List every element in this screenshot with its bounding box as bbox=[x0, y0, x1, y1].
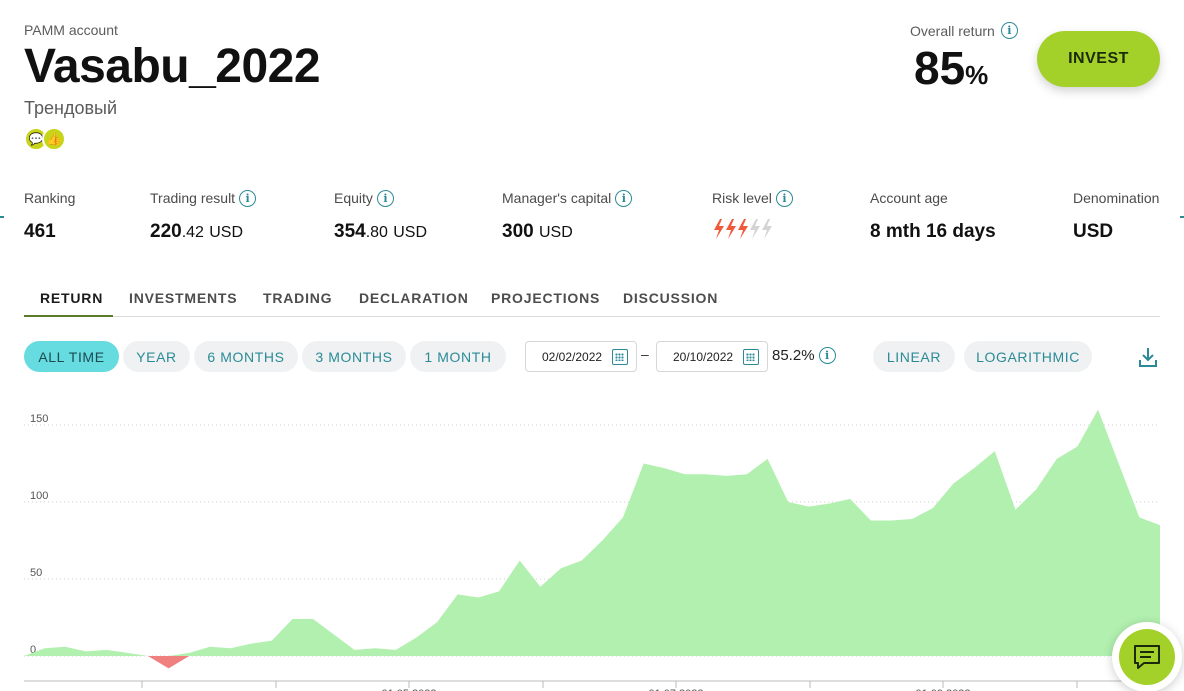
lightning-icon bbox=[762, 219, 772, 239]
stat-denomination: Denomination USD bbox=[1073, 190, 1160, 242]
tab-bar: RETURN INVESTMENTS TRADING DECLARATION P… bbox=[24, 290, 1160, 317]
lightning-icon bbox=[738, 219, 748, 239]
return-area-positive bbox=[24, 409, 1160, 656]
info-icon[interactable]: i bbox=[818, 347, 836, 364]
info-icon[interactable]: i bbox=[239, 189, 257, 207]
info-icon[interactable]: i bbox=[376, 189, 394, 207]
account-type: PAMM account bbox=[24, 22, 118, 38]
tab-investments[interactable]: INVESTMENTS bbox=[129, 290, 237, 317]
period-3-months[interactable]: 3 MONTHS bbox=[302, 341, 406, 372]
account-name: Vasabu_2022 bbox=[24, 40, 321, 93]
chat-icon bbox=[1134, 645, 1160, 669]
scale-logarithmic[interactable]: LOGARITHMIC bbox=[964, 341, 1092, 372]
return-chart: 05010015001.05.202201.07.202201.09.2022 bbox=[24, 409, 1160, 691]
y-tick-label: 150 bbox=[30, 413, 48, 425]
calendar-icon[interactable] bbox=[612, 349, 628, 365]
overall-return-value: 85 bbox=[914, 42, 966, 94]
lightning-icon bbox=[750, 219, 760, 239]
stat-managers-capital: Manager's capital i 300 USD bbox=[502, 188, 633, 243]
chat-widget-button[interactable] bbox=[1112, 622, 1182, 691]
download-icon[interactable] bbox=[1138, 346, 1158, 368]
risk-level-indicator bbox=[714, 219, 772, 239]
account-header: PAMM account Vasabu_2022 Трендовый 💬 👍 bbox=[24, 22, 321, 151]
stat-ranking: Ranking 461 bbox=[24, 190, 76, 242]
period-6-months[interactable]: 6 MONTHS bbox=[194, 341, 298, 372]
return-area-negative bbox=[24, 656, 1160, 669]
period-year[interactable]: YEAR bbox=[123, 341, 190, 372]
invest-button[interactable]: INVEST bbox=[1037, 31, 1160, 87]
info-icon[interactable]: i bbox=[1000, 22, 1018, 39]
overall-return-unit: % bbox=[965, 60, 989, 90]
stats-row: Ranking 461 Trading result i 220.42 USD E… bbox=[0, 188, 1184, 248]
account-strategy: Трендовый bbox=[24, 98, 118, 118]
overall-return: Overall return i 85% bbox=[910, 22, 1018, 95]
tab-return[interactable]: RETURN bbox=[24, 290, 113, 317]
date-to-field[interactable]: 20/10/2022 bbox=[656, 341, 768, 372]
lightning-icon bbox=[726, 219, 736, 239]
date-from-field[interactable]: 02/02/2022 bbox=[525, 341, 637, 372]
overall-return-label: Overall return bbox=[910, 22, 995, 39]
stat-equity: Equity i 354.80 USD bbox=[334, 189, 428, 242]
y-tick-label: 50 bbox=[30, 567, 42, 579]
y-tick-label: 100 bbox=[30, 490, 48, 502]
thumbs-up-icon[interactable]: 👍 bbox=[42, 127, 66, 151]
tab-declaration[interactable]: DECLARATION bbox=[359, 290, 469, 317]
calendar-icon[interactable] bbox=[743, 349, 759, 365]
scale-linear[interactable]: LINEAR bbox=[873, 341, 955, 372]
tab-projections[interactable]: PROJECTIONS bbox=[491, 290, 600, 317]
stat-account-age: Account age 8 mth 16 days bbox=[870, 190, 996, 242]
date-separator: – bbox=[641, 346, 649, 362]
lightning-icon bbox=[714, 219, 724, 239]
stat-trading-result: Trading result i 220.42 USD bbox=[150, 188, 257, 243]
badges: 💬 👍 bbox=[24, 127, 320, 151]
tab-trading[interactable]: TRADING bbox=[263, 290, 332, 317]
stat-risk-level: Risk level i bbox=[712, 188, 793, 245]
info-icon[interactable]: i bbox=[615, 189, 633, 207]
range-return: 85.2% i bbox=[772, 347, 836, 364]
period-1-month[interactable]: 1 MONTH bbox=[410, 341, 506, 372]
tab-discussion[interactable]: DISCUSSION bbox=[623, 290, 718, 317]
info-icon[interactable]: i bbox=[775, 189, 793, 207]
period-all-time[interactable]: ALL TIME bbox=[24, 341, 119, 372]
